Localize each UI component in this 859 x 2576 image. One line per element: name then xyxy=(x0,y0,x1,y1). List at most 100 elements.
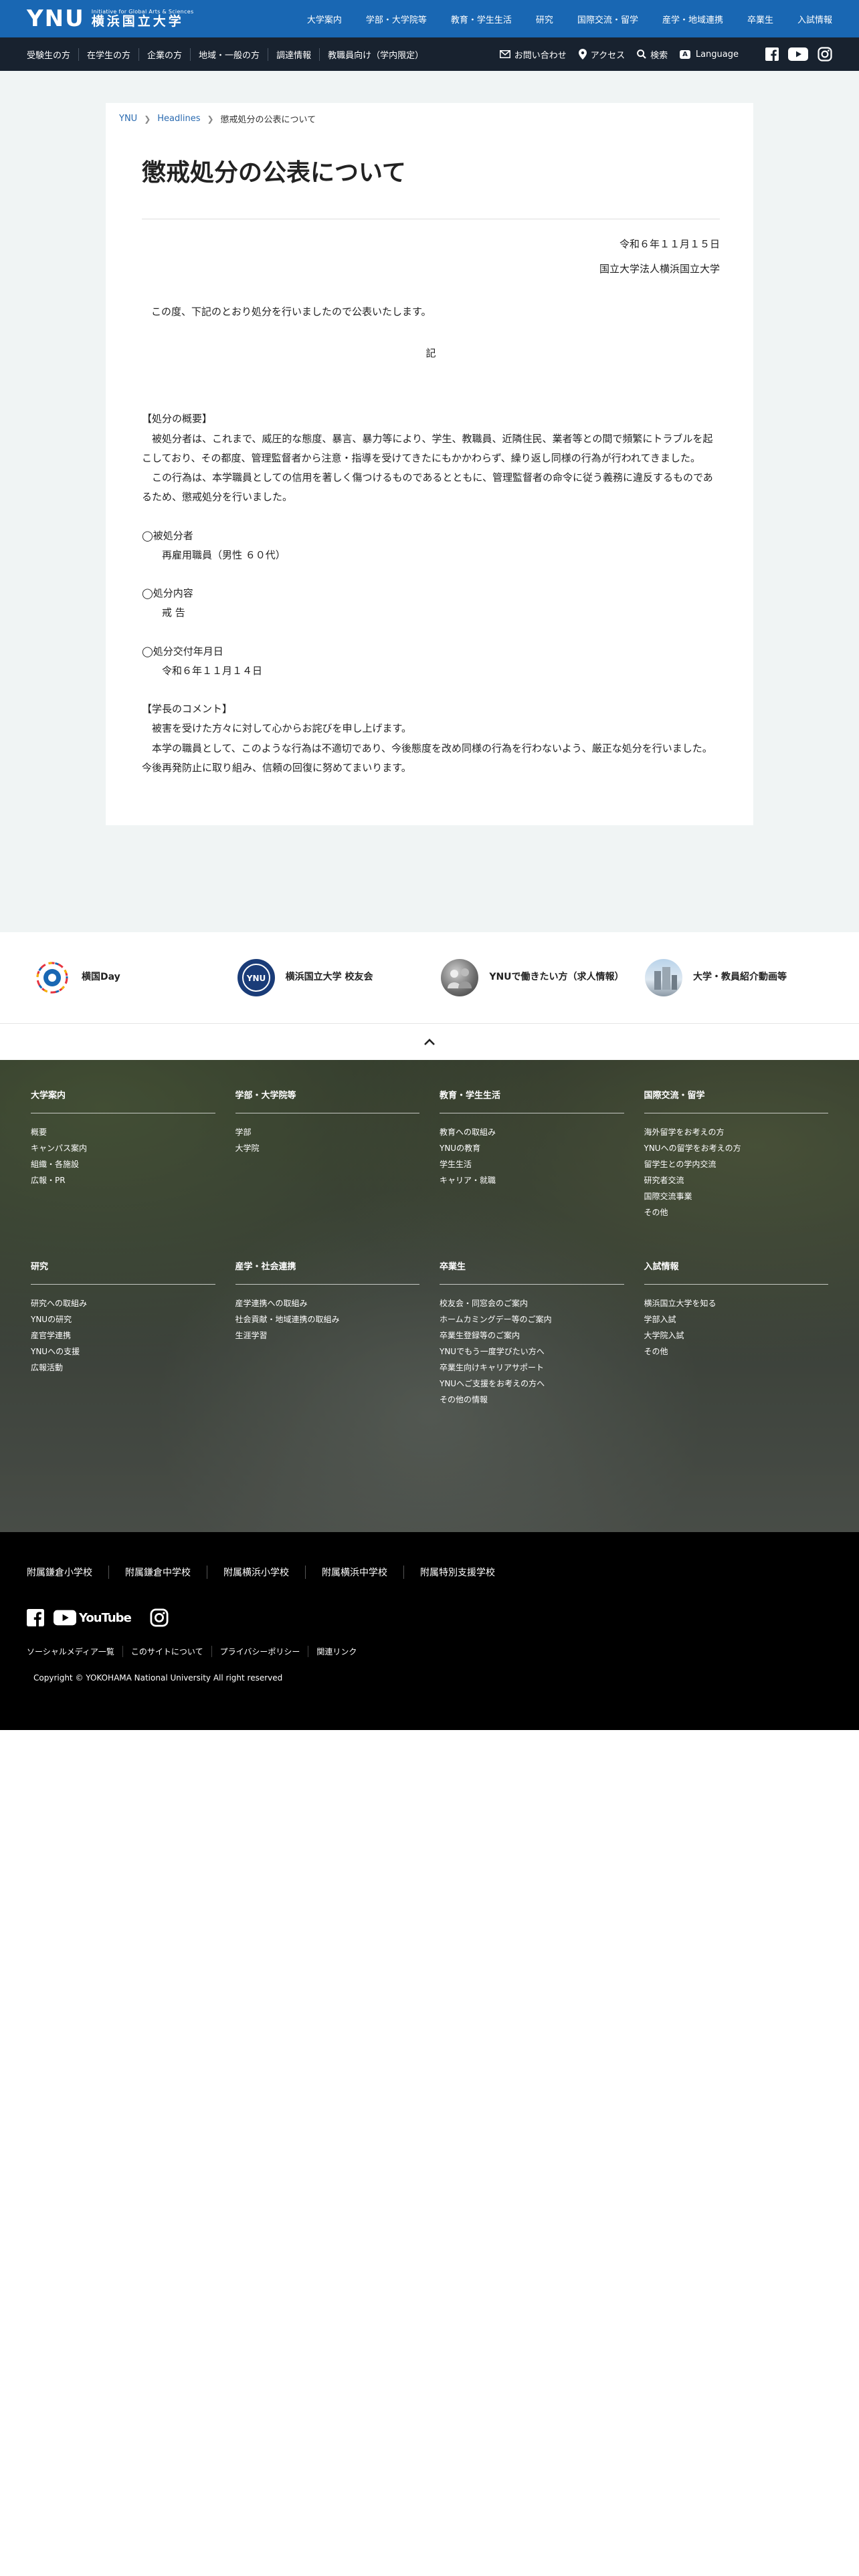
footer-nav-link[interactable]: 国際交流事業 xyxy=(644,1188,829,1204)
footer-nav-link[interactable]: YNUでもう一度学びたい方へ xyxy=(440,1344,624,1360)
footer-nav-link[interactable]: 社会貢献・地域連携の取組み xyxy=(235,1311,420,1327)
audience-link[interactable]: 調達情報 xyxy=(268,47,319,61)
footer-nav-link[interactable]: その他 xyxy=(644,1204,829,1220)
content-value: 戒 告 xyxy=(162,607,185,619)
footer-nav-link[interactable]: 産学連携への取組み xyxy=(235,1295,420,1311)
site-footer: 大学案内概要 キャンパス案内 組織・各施設 広報・PR 学部・大学院等学部 大学院 教育・学… xyxy=(0,1060,859,1730)
footer-nav-link[interactable]: 学部 xyxy=(235,1124,420,1140)
banner-alumni[interactable]: YNU 横浜国立大学 校友会 xyxy=(237,959,425,996)
logo-text: YNU xyxy=(27,5,85,32)
footer-nav-link[interactable]: 広報・PR xyxy=(31,1172,215,1188)
instagram-icon[interactable] xyxy=(150,1608,169,1627)
footer-nav-link[interactable]: YNUの研究 xyxy=(31,1311,215,1327)
footer-nav-link[interactable]: 海外留学をお考えの方 xyxy=(644,1124,829,1140)
affiliated-school-link[interactable]: 附属横浜中学校 xyxy=(305,1566,403,1579)
footer-nav-link[interactable]: 生涯学習 xyxy=(235,1327,420,1344)
footer-nav-link[interactable]: 広報活動 xyxy=(31,1360,215,1376)
footer-nav-heading[interactable]: 教育・学生生活 xyxy=(440,1088,624,1113)
footer-nav-heading[interactable]: 国際交流・留学 xyxy=(644,1088,828,1113)
footer-nav-column: 卒業生 校友会・同窓会のご案内 ホームカミングデー等のご案内 卒業生登録等のご案内 YN… xyxy=(440,1259,624,1408)
main-nav-item[interactable]: 教育・学生生活 xyxy=(451,13,512,25)
main-nav-item[interactable]: 産学・地域連携 xyxy=(662,13,723,25)
access-link[interactable]: アクセス xyxy=(578,48,625,61)
main-nav: 大学案内 学部・大学院等 教育・学生生活 研究 国際交流・留学 産学・地域連携 … xyxy=(283,13,832,25)
main-nav-item[interactable]: 国際交流・留学 xyxy=(577,13,638,25)
search-button[interactable]: 検索 xyxy=(637,48,668,61)
audience-link[interactable]: 企業の方 xyxy=(138,47,190,61)
breadcrumb-section[interactable]: Headlines xyxy=(157,114,200,124)
affiliated-school-link[interactable]: 附属鎌倉小学校 xyxy=(27,1566,108,1579)
footer-nav-link[interactable]: その他 xyxy=(644,1344,829,1360)
facebook-icon[interactable] xyxy=(27,1609,44,1626)
issued-value: 令和６年１１月１４日 xyxy=(162,664,263,677)
footer-nav-link[interactable]: YNUへご支援をお考えの方へ xyxy=(440,1376,624,1392)
footer-nav-link[interactable]: 学生生活 xyxy=(440,1156,624,1172)
alumni-logo-text: YNU xyxy=(246,974,265,983)
audience-link[interactable]: 教職員向け（学内限定） xyxy=(319,47,432,61)
main-nav-item[interactable]: 入試情報 xyxy=(797,13,832,25)
breadcrumb-home[interactable]: YNU xyxy=(119,114,137,124)
footer-nav-link[interactable]: 大学院 xyxy=(235,1140,420,1156)
footer-nav-link[interactable]: 研究者交流 xyxy=(644,1172,829,1188)
footer-social-links: YouTube xyxy=(27,1608,832,1627)
footer-nav-link[interactable]: キャリア・就職 xyxy=(440,1172,624,1188)
footer-nav-link[interactable]: YNUの教育 xyxy=(440,1140,624,1156)
breadcrumb: YNU ❯ Headlines ❯ 懲戒処分の公表について xyxy=(106,103,753,134)
affiliated-school-link[interactable]: 附属鎌倉中学校 xyxy=(108,1566,207,1579)
chevron-right-icon: ❯ xyxy=(207,114,214,124)
footer-nav-link[interactable]: 概要 xyxy=(31,1124,215,1140)
main-nav-item[interactable]: 卒業生 xyxy=(747,13,773,25)
audience-nav: 受験生の方 在学生の方 企業の方 地域・一般の方 調達情報 教職員向け（学内限定… xyxy=(27,47,432,61)
footer-nav-heading[interactable]: 産学・社会連携 xyxy=(235,1259,419,1285)
subject-value: 再雇用職員（男性 ６０代） xyxy=(162,548,286,561)
footer-nav-heading[interactable]: 大学案内 xyxy=(31,1088,215,1113)
footer-nav-link[interactable]: 研究への取組み xyxy=(31,1295,215,1311)
facebook-icon[interactable] xyxy=(765,47,779,61)
footer-nav-heading[interactable]: 学部・大学院等 xyxy=(235,1088,419,1113)
footer-nav-link[interactable]: ホームカミングデー等のご案内 xyxy=(440,1311,624,1327)
footer-link[interactable]: ソーシャルメディア一覧 xyxy=(27,1646,122,1657)
footer-nav-link[interactable]: 学部入試 xyxy=(644,1311,829,1327)
footer-nav-link[interactable]: 卒業生登録等のご案内 xyxy=(440,1327,624,1344)
banner-yokokoku-day[interactable]: 横国Day xyxy=(33,959,221,996)
audience-link[interactable]: 地域・一般の方 xyxy=(190,47,268,61)
copyright: Copyright © YOKOHAMA National University… xyxy=(33,1673,283,1683)
contact-link[interactable]: お問い合わせ xyxy=(499,48,567,61)
footer-nav-link[interactable]: YNUへの支援 xyxy=(31,1344,215,1360)
footer-nav-link[interactable]: 産官学連携 xyxy=(31,1327,215,1344)
footer-nav-column: 教育・学生生活教育への取組み YNUの教育 学生生活 キャリア・就職 xyxy=(440,1088,624,1220)
footer-nav-link[interactable]: 大学院入試 xyxy=(644,1327,829,1344)
footer-nav-heading[interactable]: 卒業生 xyxy=(440,1259,624,1285)
main-nav-item[interactable]: 学部・大学院等 xyxy=(366,13,427,25)
footer-nav-link[interactable]: 留学生との学内交流 xyxy=(644,1156,829,1172)
footer-nav-link[interactable]: キャンパス案内 xyxy=(31,1140,215,1156)
footer-nav-link[interactable]: 教育への取組み xyxy=(440,1124,624,1140)
site-logo[interactable]: YNU Initiative for Global Arts & Science… xyxy=(27,7,193,30)
language-button[interactable]: A Language xyxy=(680,49,739,60)
footer-link[interactable]: このサイトについて xyxy=(122,1646,211,1657)
main-nav-item[interactable]: 大学案内 xyxy=(307,13,342,25)
footer-nav-heading[interactable]: 研究 xyxy=(31,1259,215,1285)
footer-link[interactable]: 関連リンク xyxy=(308,1646,365,1657)
audience-link[interactable]: 受験生の方 xyxy=(27,48,78,61)
footer-link[interactable]: プライバシーポリシー xyxy=(211,1646,308,1657)
banner-recruitment[interactable]: YNUで働きたい方（求人情報） xyxy=(441,959,628,996)
youtube-icon[interactable]: YouTube xyxy=(54,1610,140,1626)
affiliated-school-link[interactable]: 附属特別支援学校 xyxy=(403,1566,511,1579)
back-to-top-button[interactable] xyxy=(0,1023,859,1060)
instagram-icon[interactable] xyxy=(818,47,832,62)
affiliated-school-link[interactable]: 附属横浜小学校 xyxy=(207,1566,305,1579)
main-nav-item[interactable]: 研究 xyxy=(536,13,553,25)
footer-nav-link[interactable]: 校友会・同窓会のご案内 xyxy=(440,1295,624,1311)
banner-videos[interactable]: 大学・教員紹介動画等 xyxy=(644,959,832,996)
footer-nav-link[interactable]: 卒業生向けキャリアサポート xyxy=(440,1360,624,1376)
top-bar: YNU Initiative for Global Arts & Science… xyxy=(0,0,859,37)
footer-nav-link[interactable]: その他の情報 xyxy=(440,1392,624,1408)
footer-nav-link[interactable]: 組織・各施設 xyxy=(31,1156,215,1172)
youtube-icon[interactable] xyxy=(788,47,808,61)
issuing-organization: 国立大学法人横浜国立大学 xyxy=(599,263,720,275)
footer-nav-link[interactable]: 横浜国立大学を知る xyxy=(644,1295,829,1311)
footer-nav-link[interactable]: YNUへの留学をお考えの方 xyxy=(644,1140,829,1156)
footer-nav-heading[interactable]: 入試情報 xyxy=(644,1259,828,1285)
audience-link[interactable]: 在学生の方 xyxy=(78,47,138,61)
